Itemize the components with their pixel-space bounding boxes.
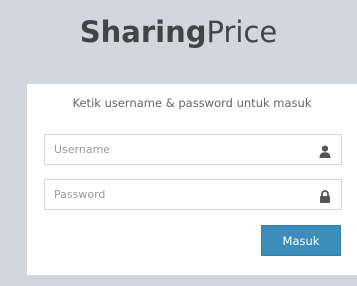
login-box: Ketik username & password untuk masuk Ma… xyxy=(27,84,357,275)
lock-icon xyxy=(319,188,331,203)
app-logo[interactable]: SharingPrice xyxy=(0,0,357,64)
logo-light-text: Price xyxy=(206,15,278,49)
username-input[interactable] xyxy=(45,135,305,164)
login-message: Ketik username & password untuk masuk xyxy=(72,96,312,110)
logo-bold-text: Sharing xyxy=(79,15,207,49)
login-submit-button[interactable]: Masuk xyxy=(261,225,341,256)
user-icon xyxy=(319,143,331,158)
password-field[interactable] xyxy=(44,179,342,210)
username-field[interactable] xyxy=(44,134,342,165)
password-input[interactable] xyxy=(45,180,305,209)
